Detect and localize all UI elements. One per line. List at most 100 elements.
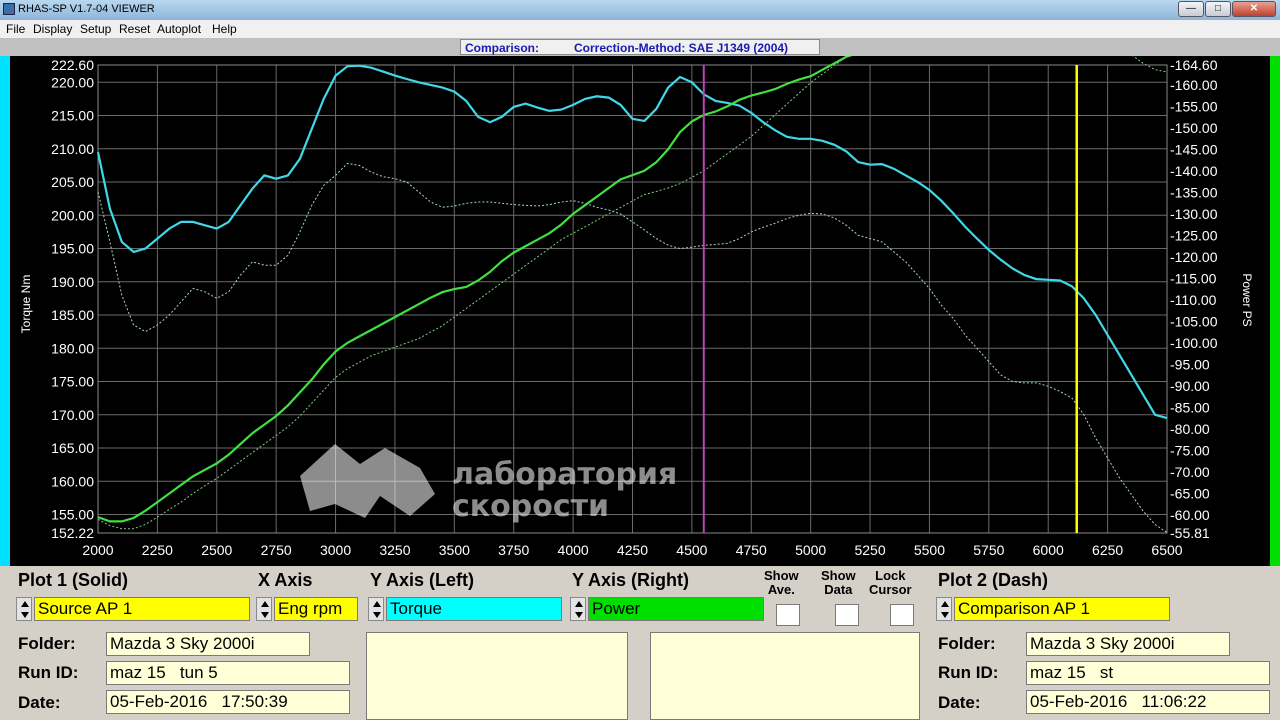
minimize-button[interactable]: — [1178, 1, 1204, 17]
menu-autoplot[interactable]: Autoplot [157, 22, 201, 36]
yright-spinner[interactable] [570, 597, 586, 621]
right-notes-box [650, 632, 920, 720]
watermark-logo [300, 444, 435, 518]
x-tick-label: 2000 [82, 542, 113, 558]
y-left-tick-label: 190.00 [51, 274, 94, 290]
y-left-tick-label: 170.00 [51, 407, 94, 423]
y-right-tick-label: -80.00 [1170, 421, 1210, 437]
x-tick-label: 2500 [201, 542, 232, 558]
menu-setup[interactable]: Setup [80, 22, 111, 36]
x-tick-label: 6000 [1033, 542, 1064, 558]
left-runid-value: maz 15 tun 5 [106, 661, 350, 685]
control-panel: Plot 1 (Solid) X Axis Y Axis (Left) Y Ax… [0, 566, 1280, 720]
right-axis-color-strip [1270, 56, 1280, 566]
menu-help[interactable]: Help [212, 22, 237, 36]
y-right-tick-label: -70.00 [1170, 464, 1210, 480]
right-runid-value: maz 15 st [1026, 661, 1270, 685]
x-tick-label: 3500 [439, 542, 470, 558]
comparison-box: Comparison: Correction-Method: SAE J1349… [460, 39, 820, 55]
right-folder-value: Mazda 3 Sky 2000i [1026, 632, 1230, 656]
plot1-select[interactable]: Source AP 1 [34, 597, 250, 621]
right-date-value: 05-Feb-2016 11:06:22 [1026, 690, 1270, 714]
x-tick-label: 3000 [320, 542, 351, 558]
y-right-tick-label: -95.00 [1170, 356, 1210, 372]
y-right-tick-label: -110.00 [1170, 292, 1217, 308]
x-tick-label: 2750 [261, 542, 292, 558]
show-ave-checkbox[interactable] [776, 604, 800, 626]
menu-display[interactable]: Display [33, 22, 72, 36]
window-title: RHAS-SP V1.7-04 VIEWER [18, 3, 155, 15]
y-right-tick-label: -125.00 [1170, 227, 1218, 243]
x-tick-label: 4500 [676, 542, 707, 558]
show-data-checkbox[interactable] [835, 604, 859, 626]
yright-select[interactable]: Power [588, 597, 764, 621]
menu-file[interactable]: File [6, 22, 25, 36]
right-runid-label: Run ID: [938, 663, 999, 682]
watermark-logo-shape [300, 444, 435, 518]
x-tick-label: 6500 [1151, 542, 1182, 558]
dyno-chart[interactable]: лаборатория скорости 2000 2250 2500 2750 3000 3… [10, 56, 1270, 566]
menu-reset[interactable]: Reset [119, 22, 150, 36]
comparison-bar: Comparison: Correction-Method: SAE J1349… [0, 38, 1280, 56]
y-right-tick-label: -145.00 [1170, 141, 1218, 157]
plot2-spinner[interactable] [936, 597, 952, 621]
y-right-tick-label: -164.60 [1170, 57, 1218, 73]
plot1-header: Plot 1 (Solid) [18, 570, 128, 590]
xaxis-select[interactable]: Eng rpm [274, 597, 358, 621]
y-left-tick-label: 165.00 [51, 440, 94, 456]
title-bar: RHAS-SP V1.7-04 VIEWER — □ ✕ [0, 0, 1280, 20]
x-tick-label: 5000 [795, 542, 826, 558]
left-date-label: Date: [18, 693, 61, 712]
x-tick-label: 2250 [142, 542, 173, 558]
xaxis-spinner[interactable] [256, 597, 272, 621]
right-folder-label: Folder: [938, 634, 996, 653]
watermark-text-2: скорости [452, 489, 609, 524]
chart-svg: лабораторияскорости 2000 2250 2500 2750 3000 3… [19, 56, 1254, 558]
close-button[interactable]: ✕ [1232, 1, 1276, 17]
y-left-tick-label: 152.22 [51, 525, 94, 541]
lock-cursor-checkbox[interactable] [890, 604, 914, 626]
y-right-tick-label: -135.00 [1170, 184, 1218, 200]
y-left-tick-label: 210.00 [51, 141, 94, 157]
comparison-label: Comparison: [465, 41, 540, 55]
x-tick-label: 5500 [914, 542, 945, 558]
left-folder-value: Mazda 3 Sky 2000i [106, 632, 310, 656]
y-left-tick-label: 185.00 [51, 307, 94, 323]
y-right-tick-label: -90.00 [1170, 378, 1210, 394]
menu-bar: File Display Setup Reset Autoplot Help [0, 20, 1280, 38]
left-date-value: 05-Feb-2016 17:50:39 [106, 690, 350, 714]
x-tick-label: 4750 [736, 542, 767, 558]
y-left-tick-label: 215.00 [51, 108, 94, 124]
left-folder-label: Folder: [18, 634, 76, 653]
maximize-button[interactable]: □ [1205, 1, 1231, 17]
lock-cursor-label: Lock Cursor [869, 568, 912, 597]
left-axis-color-strip [0, 56, 10, 566]
y-right-tick-label: -155.00 [1170, 98, 1218, 114]
y-right-tick-label: -75.00 [1170, 442, 1210, 458]
plot2-select[interactable]: Comparison AP 1 [954, 597, 1170, 621]
yleft-select[interactable]: Torque [386, 597, 562, 621]
y-right-tick-label: -105.00 [1170, 313, 1218, 329]
y-left-axis-title: Torque Nm [19, 275, 33, 334]
yleft-spinner[interactable] [368, 597, 384, 621]
y-right-tick-label: -65.00 [1170, 485, 1210, 501]
yright-header: Y Axis (Right) [572, 570, 690, 590]
y-left-tick-label: 220.00 [51, 74, 94, 90]
plot1-spinner[interactable] [16, 597, 32, 621]
watermark-text-1: лаборатория [452, 457, 677, 492]
y-left-tick-label: 222.60 [51, 57, 94, 73]
y-right-tick-label: -130.00 [1170, 206, 1218, 222]
y-left-tick-label: 195.00 [51, 241, 94, 257]
left-runid-label: Run ID: [18, 663, 79, 682]
y-right-tick-label: -85.00 [1170, 399, 1210, 415]
plot2-header: Plot 2 (Dash) [938, 570, 1049, 590]
x-tick-label: 5250 [854, 542, 885, 558]
y-left-tick-label: 160.00 [51, 473, 94, 489]
show-ave-label: Show Ave. [764, 568, 799, 597]
left-notes-box [366, 632, 628, 720]
y-right-tick-label: -100.00 [1170, 335, 1218, 351]
x-tick-label: 6250 [1092, 542, 1123, 558]
y-right-tick-label: -55.81 [1170, 525, 1210, 541]
y-right-tick-label: -115.00 [1170, 270, 1217, 286]
correction-method: Correction-Method: SAE J1349 (2004) [574, 41, 789, 55]
